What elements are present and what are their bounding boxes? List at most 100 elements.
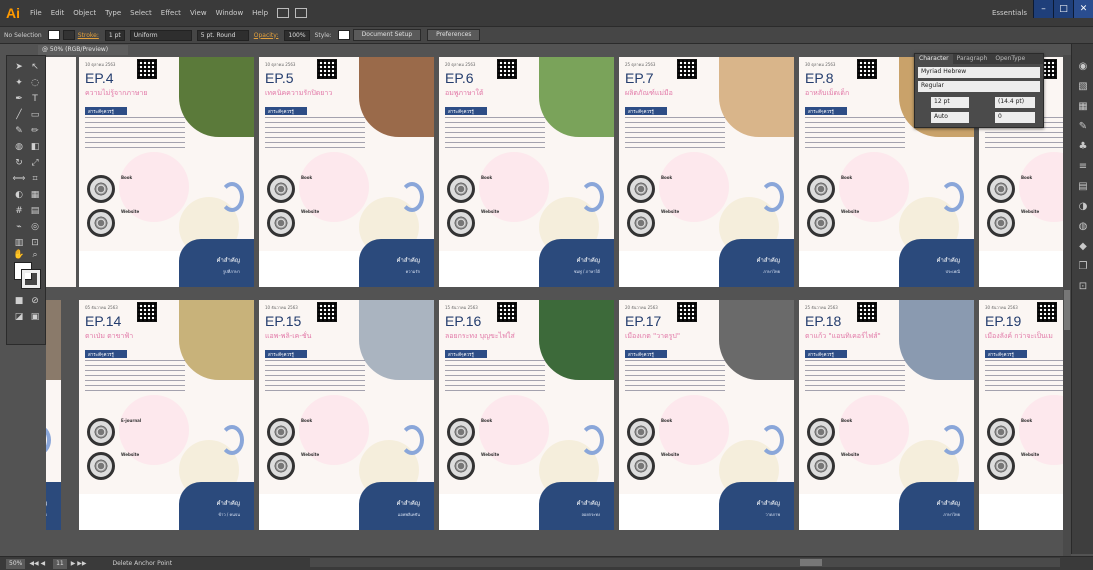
gradient-icon[interactable]: ▤ xyxy=(28,204,42,218)
color-panel-icon[interactable]: ◉ xyxy=(1077,60,1089,72)
lasso-icon[interactable]: ◌ xyxy=(28,76,42,90)
artboard[interactable]: 05 ธันวาคม 2563 EP.14 ตาเป่ม ตาขาฟ้า สาร… xyxy=(79,300,254,530)
eyedropper-icon[interactable]: ⌁ xyxy=(12,220,26,234)
body-text xyxy=(625,117,725,151)
pencil-icon[interactable]: ✏ xyxy=(28,124,42,138)
menu-select[interactable]: Select xyxy=(130,9,152,17)
tab-opentype[interactable]: OpenType xyxy=(991,54,1029,64)
selection-tool-icon[interactable]: ➤ xyxy=(12,60,26,74)
close-button[interactable]: ✕ xyxy=(1073,0,1093,18)
stroke-color-swatch[interactable] xyxy=(21,269,41,289)
artboard-number-field[interactable]: 11 xyxy=(53,558,67,569)
transparency-icon[interactable]: ◑ xyxy=(1077,200,1089,212)
free-transform-icon[interactable]: ⌗ xyxy=(28,172,42,186)
font-family-field[interactable]: Myriad Hebrew xyxy=(918,67,1040,78)
swatches-icon[interactable]: ▦ xyxy=(1077,100,1089,112)
variable-width-profile[interactable]: Uniform xyxy=(129,29,192,41)
canvas[interactable]: 10 ตุลาคม 2563 EP.4 ความไม่รู้จากภาษาย ส… xyxy=(46,55,1063,556)
stroke-panel-icon[interactable]: ≡ xyxy=(1077,160,1089,172)
fill-swatch[interactable] xyxy=(47,30,60,40)
gradient-panel-icon[interactable]: ▤ xyxy=(1077,180,1089,192)
symbols-icon[interactable]: ♣ xyxy=(1077,140,1089,152)
artboard[interactable]: 25 ธันวาคม 2563 EP.18 ตาแก้ว "แอนทิเคอร์… xyxy=(799,300,974,530)
tracking-field[interactable]: 0 xyxy=(995,112,1035,123)
brush-definition[interactable]: 5 pt. Round xyxy=(196,29,249,41)
menu-object[interactable]: Object xyxy=(73,9,96,17)
font-size-field[interactable]: 12 pt xyxy=(931,97,969,108)
stroke-label[interactable]: Stroke: xyxy=(78,32,99,39)
artboard-nav-next-icon[interactable]: ▶ ▶▶ xyxy=(71,560,87,567)
artboard[interactable]: 20 ธันวาคม 2563 EP.17 เมืองเกต "วาดรูป" … xyxy=(619,300,794,530)
workspace-switcher[interactable]: Essentials xyxy=(992,9,1027,17)
color-guide-icon[interactable]: ▧ xyxy=(1077,80,1089,92)
artboard[interactable]: 30 ธันวาคม 2563 EP.19 เมืองลังค์ กว่าจะเ… xyxy=(979,300,1063,530)
maximize-button[interactable]: □ xyxy=(1053,0,1073,18)
opacity-label[interactable]: Opacity: xyxy=(254,32,279,39)
artboard-nav-prev-icon[interactable]: ◀◀ ◀ xyxy=(29,560,45,567)
magic-wand-icon[interactable]: ✦ xyxy=(12,76,26,90)
pen-icon[interactable]: ✒ xyxy=(12,92,26,106)
graphic-style-swatch[interactable] xyxy=(337,30,350,40)
rectangle-icon[interactable]: ▭ xyxy=(28,108,42,122)
direct-select-icon[interactable]: ↖ xyxy=(28,60,42,74)
artboard[interactable]: EP.13 Book Website คำสำคัญ ภาษาไทย xyxy=(46,300,61,530)
artboard[interactable]: 20 ตุลาคม 2563 EP.6 อมพูภาษาใต้ สาระดีๆค… xyxy=(439,57,614,287)
menu-window[interactable]: Window xyxy=(216,9,244,17)
type-icon[interactable]: T xyxy=(28,92,42,106)
opacity-field[interactable]: 100% xyxy=(284,29,310,41)
screen-mode-icon[interactable]: ▣ xyxy=(28,310,42,324)
arrange-documents-icon[interactable] xyxy=(295,8,308,18)
hand-icon[interactable]: ✋ xyxy=(12,248,26,262)
brush-icon[interactable]: ✎ xyxy=(12,124,26,138)
rotate-icon[interactable]: ↻ xyxy=(12,156,26,170)
artboard[interactable]: 15 ธันวาคม 2563 EP.16 ลอยกระทง บุญขะไฟใส… xyxy=(439,300,614,530)
stroke-swatch[interactable] xyxy=(62,30,75,40)
horizontal-scrollbar[interactable] xyxy=(310,558,1060,567)
brushes-icon[interactable]: ✎ xyxy=(1077,120,1089,132)
tab-character[interactable]: Character xyxy=(915,54,953,64)
color-mode-icon[interactable]: ■ xyxy=(12,294,26,308)
stroke-weight-field[interactable]: 1 pt xyxy=(104,29,125,41)
artboards-panel-icon[interactable]: ⊡ xyxy=(1077,280,1089,292)
bridge-icon[interactable] xyxy=(277,8,290,18)
artboard[interactable]: 10 ตุลาคม 2563 EP.4 ความไม่รู้จากภาษาย ส… xyxy=(79,57,254,287)
leading-field[interactable]: (14.4 pt) xyxy=(995,97,1035,108)
zoom-field[interactable]: 50% xyxy=(6,558,26,569)
current-tool-status[interactable]: Delete Anchor Point xyxy=(112,560,172,567)
layers-icon[interactable]: ❐ xyxy=(1077,260,1089,272)
shape-builder-icon[interactable]: ◐ xyxy=(12,188,26,202)
document-tab[interactable]: @ 50% (RGB/Preview) xyxy=(38,45,128,55)
blob-brush-icon[interactable]: ◍ xyxy=(12,140,26,154)
eraser-icon[interactable]: ◧ xyxy=(28,140,42,154)
horizontal-scroll-thumb[interactable] xyxy=(800,559,822,566)
graphic-styles-icon[interactable]: ◆ xyxy=(1077,240,1089,252)
menu-effect[interactable]: Effect xyxy=(161,9,181,17)
menu-edit[interactable]: Edit xyxy=(51,9,65,17)
minimize-button[interactable]: – xyxy=(1033,0,1053,18)
tab-paragraph[interactable]: Paragraph xyxy=(953,54,992,64)
menu-file[interactable]: File xyxy=(30,9,42,17)
line-icon[interactable]: ╱ xyxy=(12,108,26,122)
none-color-icon[interactable]: ⊘ xyxy=(28,294,42,308)
website-label: Website xyxy=(841,452,860,457)
kerning-field[interactable]: Auto xyxy=(931,112,969,123)
mesh-icon[interactable]: # xyxy=(12,204,26,218)
preferences-button[interactable]: Preferences xyxy=(427,29,481,41)
scale-icon[interactable]: ⤢ xyxy=(28,156,42,170)
artboard-partial[interactable] xyxy=(46,57,76,287)
blend-icon[interactable]: ◎ xyxy=(28,220,42,234)
menu-view[interactable]: View xyxy=(190,9,207,17)
perspective-icon[interactable]: ▦ xyxy=(28,188,42,202)
menu-help[interactable]: Help xyxy=(252,9,268,17)
font-style-field[interactable]: Regular xyxy=(918,81,1040,92)
width-icon[interactable]: ⟺ xyxy=(12,172,26,186)
artboard[interactable]: 10 ธันวาคม 2563 EP.15 แอพ-พลิ-เค-ชั่น สา… xyxy=(259,300,434,530)
zoom-icon[interactable]: ⌕ xyxy=(28,248,42,262)
menu-type[interactable]: Type xyxy=(105,9,121,17)
artboard[interactable]: 10 ตุลาคม 2563 EP.5 เทคนิคความรักปิดยาว … xyxy=(259,57,434,287)
vertical-scroll-thumb[interactable] xyxy=(1064,290,1070,330)
document-setup-button[interactable]: Document Setup xyxy=(352,29,422,41)
artboard[interactable]: 25 ตุลาคม 2563 EP.7 ผลิตภัณฑ์แม่มือ สาระ… xyxy=(619,57,794,287)
draw-mode-icon[interactable]: ◪ xyxy=(12,310,26,324)
appearance-icon[interactable]: ◍ xyxy=(1077,220,1089,232)
